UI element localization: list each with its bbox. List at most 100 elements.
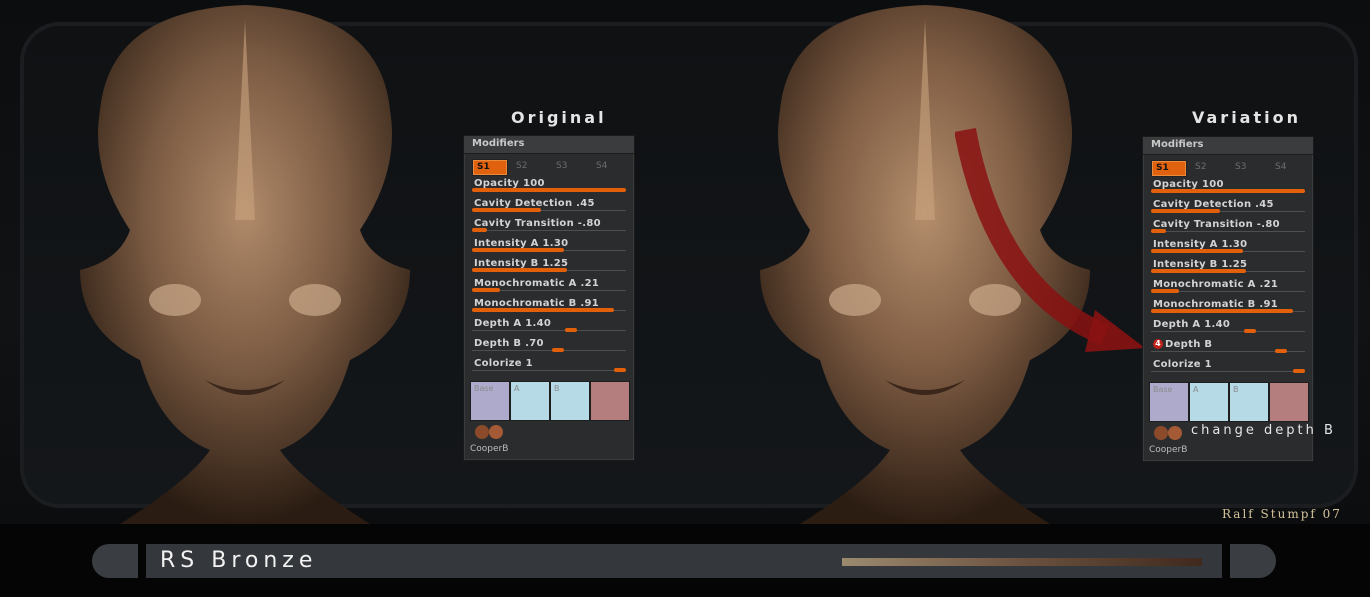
slider-label: Monochromatic B .91	[474, 298, 599, 309]
slider-row[interactable]: Cavity Transition -.80	[464, 217, 634, 237]
slider-row[interactable]: Cavity Detection .45	[1143, 198, 1313, 218]
slider-badge: 4	[1153, 339, 1163, 349]
swatch-label: A	[1193, 385, 1199, 394]
slider-row[interactable]: Intensity A 1.30	[1143, 238, 1313, 258]
slider-label-text: Opacity 100	[474, 178, 545, 189]
slider-row[interactable]: Colorize 1	[1143, 358, 1313, 378]
slider-row[interactable]: Colorize 1	[464, 357, 634, 377]
slider-row[interactable]: Monochromatic A .21	[1143, 278, 1313, 298]
slot-s1[interactable]: S1	[472, 159, 508, 176]
slider-track[interactable]	[472, 330, 626, 331]
swatch-label: B	[1233, 385, 1239, 394]
author-credit: Ralf Stumpf 07	[1222, 507, 1342, 521]
material-title: RS Bronze	[160, 548, 318, 573]
slider-track[interactable]	[1151, 331, 1305, 332]
slider-row[interactable]: Monochromatic B .91	[1143, 298, 1313, 318]
slider-list: Opacity 100 Cavity Detection .45 Cavity Tr…	[1143, 178, 1313, 378]
slot-s4[interactable]: S4	[1271, 160, 1309, 175]
swatch-label: Base	[1153, 385, 1173, 394]
slider-label: Intensity B 1.25	[1153, 259, 1247, 270]
slider-label-text: Depth B .70	[474, 338, 544, 349]
material-spheres-icon[interactable]	[1153, 425, 1183, 441]
slider-label-text: Cavity Detection .45	[1153, 199, 1274, 210]
slider-label-text: Depth B	[1165, 339, 1213, 350]
slider-label-text: Depth A 1.40	[474, 318, 552, 329]
slider-row[interactable]: Intensity A 1.30	[464, 237, 634, 257]
slider-list: Opacity 100 Cavity Detection .45 Cavity Tr…	[464, 177, 634, 377]
bronze-gradient-strip	[842, 558, 1202, 566]
slider-label-text: Colorize 1	[474, 358, 533, 369]
material-spheres-icon[interactable]	[474, 424, 504, 440]
slot-s1[interactable]: S1	[1151, 160, 1187, 177]
title-bar-left-cap	[92, 544, 138, 578]
color-swatch[interactable]: Base	[470, 381, 510, 421]
slider-knob[interactable]	[552, 348, 564, 352]
slider-row[interactable]: Intensity B 1.25	[1143, 258, 1313, 278]
slot-s2[interactable]: S2	[512, 159, 550, 174]
slider-label: Monochromatic A .21	[1153, 279, 1278, 290]
slider-label: Intensity A 1.30	[474, 238, 568, 249]
slider-row[interactable]: 4 Depth B	[1143, 338, 1313, 358]
modifiers-panel-original: Modifiers S1 S2 S3 S4 Opacity 100 Cavity …	[463, 135, 635, 461]
slider-row[interactable]: Depth A 1.40	[1143, 318, 1313, 338]
slider-row[interactable]: Monochromatic B .91	[464, 297, 634, 317]
slider-knob[interactable]	[565, 328, 577, 332]
slider-row[interactable]: Depth A 1.40	[464, 317, 634, 337]
slot-tabs: S1 S2 S3 S4	[1143, 160, 1313, 178]
slider-knob[interactable]	[1244, 329, 1256, 333]
color-swatches: Base A B	[464, 381, 634, 423]
slot-s3[interactable]: S3	[552, 159, 590, 174]
slider-label: Depth B .70	[474, 338, 544, 349]
slider-track[interactable]	[472, 350, 626, 351]
slider-row[interactable]: Cavity Detection .45	[464, 197, 634, 217]
slider-row[interactable]: Intensity B 1.25	[464, 257, 634, 277]
slider-track[interactable]	[1151, 371, 1305, 372]
slider-label-text: Monochromatic A .21	[1153, 279, 1279, 290]
slot-tabs: S1 S2 S3 S4	[464, 159, 634, 177]
panel-header: Modifiers	[464, 136, 634, 154]
slider-knob[interactable]	[1293, 369, 1305, 373]
slider-row[interactable]: Opacity 100	[1143, 178, 1313, 198]
color-swatch[interactable]: A	[1189, 382, 1229, 422]
title-bar-right-cap	[1230, 544, 1276, 578]
slider-row[interactable]: Depth B .70	[464, 337, 634, 357]
color-swatch[interactable]: B	[550, 381, 590, 421]
slider-label: Colorize 1	[474, 358, 533, 369]
slider-label-text: Opacity 100	[1153, 179, 1224, 190]
color-swatch[interactable]: B	[1229, 382, 1269, 422]
slider-track[interactable]	[472, 370, 626, 371]
swatch-label: A	[514, 384, 520, 393]
color-swatch[interactable]: Base	[1149, 382, 1189, 422]
slider-label-text: Intensity A 1.30	[1153, 239, 1248, 250]
slider-label: Depth A 1.40	[1153, 319, 1230, 330]
slider-label-text: Monochromatic A .21	[474, 278, 600, 289]
slider-label: Cavity Detection .45	[474, 198, 595, 209]
annotation-note: change depth B	[1191, 423, 1336, 438]
slot-s4[interactable]: S4	[592, 159, 630, 174]
slider-label: Depth A 1.40	[474, 318, 551, 329]
preview-stage: Original Variation Modifiers S1 S2 S3 S4…	[0, 0, 1370, 524]
slider-row[interactable]: Monochromatic A .21	[464, 277, 634, 297]
slider-track[interactable]	[472, 230, 626, 231]
slider-row[interactable]: Cavity Transition -.80	[1143, 218, 1313, 238]
color-swatch[interactable]	[590, 381, 630, 421]
slot-s3[interactable]: S3	[1231, 160, 1269, 175]
swatch-label: Base	[474, 384, 494, 393]
slot-s2[interactable]: S2	[1191, 160, 1229, 175]
slider-label: Monochromatic B .91	[1153, 299, 1278, 310]
slider-knob[interactable]	[614, 368, 626, 372]
color-swatch[interactable]	[1269, 382, 1309, 422]
panel-title-original: Original	[511, 108, 607, 127]
slider-row[interactable]: Opacity 100	[464, 177, 634, 197]
slider-label-text: Monochromatic B .91	[474, 298, 599, 309]
color-swatch[interactable]: A	[510, 381, 550, 421]
slider-knob[interactable]	[1275, 349, 1287, 353]
slider-label: Cavity Transition -.80	[474, 218, 601, 229]
slider-label-text: Intensity B 1.25	[1153, 259, 1248, 270]
slider-track[interactable]	[1151, 231, 1305, 232]
color-swatches: Base A B	[1143, 382, 1313, 424]
slider-label-text: Intensity A 1.30	[474, 238, 569, 249]
slider-label: Cavity Detection .45	[1153, 199, 1274, 210]
slider-label: Monochromatic A .21	[474, 278, 599, 289]
red-arrow-icon	[955, 127, 1145, 352]
